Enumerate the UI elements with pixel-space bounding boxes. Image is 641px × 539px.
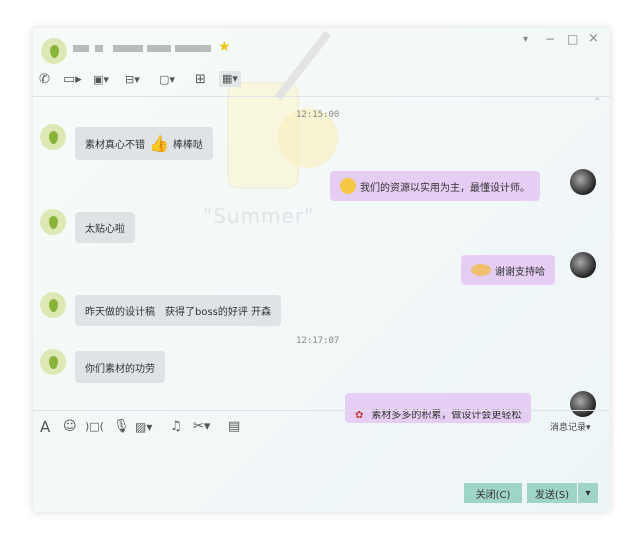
contact-name-part (113, 45, 143, 52)
red-packet-icon[interactable]: ▤ (228, 420, 240, 434)
scroll-up-icon[interactable]: ⌃ (593, 97, 601, 108)
my-avatar[interactable] (570, 252, 596, 278)
send-button[interactable]: 发送(S) (527, 483, 577, 503)
contact-name (73, 45, 89, 52)
message-text: 谢谢支持哈 (495, 266, 545, 278)
message-history-label: 消息记录 (550, 423, 587, 433)
emoji-icon[interactable]: ☺ (63, 420, 77, 434)
message-history-button[interactable]: 消息记录▾ (550, 420, 591, 433)
minimize-button[interactable]: − (545, 32, 555, 46)
message-text: 素材真心不错 (85, 140, 145, 151)
contact-avatar[interactable] (41, 38, 67, 64)
message-text: 素材多多的积累，做设计会更轻松 (371, 410, 522, 421)
phone-icon[interactable]: ✆ (39, 73, 50, 87)
message-bubble: 昨天做的设计稿 获得了boss的好评 开森 (75, 295, 282, 326)
music-icon[interactable]: ♫ (170, 420, 182, 434)
thumbs-up-emoji-icon: 👍 (149, 134, 169, 153)
my-avatar[interactable] (570, 169, 596, 195)
timestamp: 12:17:07 (296, 336, 340, 346)
contact-name-part (95, 45, 103, 52)
screenshot-scissors-icon[interactable]: ✂▾ (193, 420, 210, 434)
message-text: 棒棒哒 (172, 140, 203, 151)
message-bubble: 谢谢支持哈 (461, 255, 555, 285)
input-divider (33, 410, 610, 411)
message-bubble: 你们素材的功劳 (75, 351, 165, 383)
contact-name-part (175, 45, 211, 52)
message-bubble: ✿ 素材多多的积累，做设计会更轻松 (345, 393, 532, 423)
voice-message-icon[interactable]: 🎙︎ (113, 420, 130, 434)
chat-window: "Summer" ★ ▾ − □ × ✆ ▭▸ ▣▾ ⊟▾ ▢▾ ⊞ ▦▾ ⌃ … (33, 28, 610, 512)
my-avatar[interactable] (570, 391, 596, 417)
send-options-button[interactable]: ▾ (578, 483, 598, 503)
contact-name-part (147, 45, 171, 52)
remote-desktop-icon[interactable]: ▢▾ (159, 73, 175, 87)
star-icon[interactable]: ★ (218, 39, 231, 55)
file-transfer-icon[interactable]: ⊟▾ (125, 73, 140, 87)
screen-share-icon[interactable]: ▣▾ (93, 73, 109, 87)
video-icon[interactable]: ▭▸ (63, 73, 82, 87)
image-icon[interactable]: ▨▾ (135, 420, 152, 434)
message-list[interactable]: ⌃ 12:15:00 素材真心不错 👍 棒棒哒 我们的资源以实用为主，最懂设计师… (33, 97, 610, 423)
message-bubble: 素材真心不错 👍 棒棒哒 (75, 127, 213, 160)
close-button[interactable]: 关闭(C) (464, 483, 522, 503)
maximize-button[interactable]: □ (567, 32, 578, 46)
smile-emoji-icon (340, 178, 356, 194)
message-text: 我们的资源以实用为主，最懂设计师。 (360, 182, 530, 194)
apps-grid-icon[interactable]: ▦▾ (219, 71, 241, 87)
message-bubble: 太贴心啦 (75, 212, 135, 243)
handshake-emoji-icon (471, 264, 491, 276)
chevron-down-icon: ▾ (586, 423, 591, 433)
contact-avatar[interactable] (40, 349, 66, 375)
message-input[interactable] (37, 438, 606, 478)
add-app-icon[interactable]: ⊞ (195, 73, 206, 87)
contact-avatar[interactable] (40, 209, 66, 235)
message-bubble: 我们的资源以实用为主，最懂设计师。 (330, 171, 540, 201)
window-menu-button[interactable]: ▾ (523, 34, 528, 45)
contact-avatar[interactable] (40, 124, 66, 150)
font-icon[interactable]: A (40, 420, 50, 435)
rose-emoji-icon: ✿ (355, 410, 364, 421)
contact-avatar[interactable] (40, 292, 66, 318)
timestamp: 12:15:00 (296, 110, 340, 120)
shake-window-icon[interactable]: )□( (85, 420, 104, 434)
close-window-button[interactable]: × (588, 31, 599, 46)
